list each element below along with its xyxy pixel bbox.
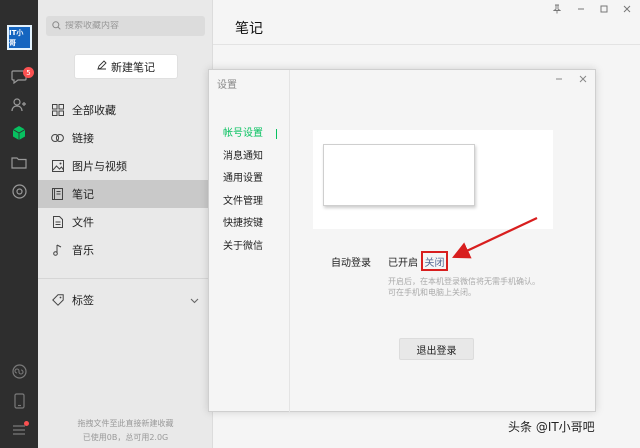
auto-login-off-link[interactable]: 关闭 [421, 251, 448, 271]
avatar[interactable]: IT小哥 [7, 25, 32, 50]
title-divider [213, 44, 640, 45]
active-menu-indicator [276, 129, 277, 139]
search-icon [52, 20, 61, 33]
watermark-text: 头条 @IT小哥吧 [508, 420, 595, 434]
search-box[interactable] [46, 16, 205, 36]
tag-icon [51, 294, 64, 307]
sidebar-item-label: 笔记 [72, 188, 94, 201]
settings-dialog: 设置 帐号设置 消息通知 通用设置 文件管理 快捷按键 关于微信 自动登录 已开… [208, 69, 596, 413]
grid-icon [51, 104, 64, 117]
dialog-minimize-icon[interactable] [555, 75, 563, 86]
dialog-close-icon[interactable] [579, 75, 587, 86]
pencil-icon [97, 60, 107, 73]
sidebar-item-label: 音乐 [72, 244, 94, 257]
sidebar-item-tags[interactable]: 标签 [38, 286, 213, 314]
chevron-down-icon[interactable] [190, 294, 199, 307]
page-title: 笔记 [235, 21, 263, 37]
sidebar-item-media[interactable]: 图片与视频 [38, 152, 213, 180]
sidebar-item-all[interactable]: 全部收藏 [38, 96, 213, 124]
auto-login-label: 自动登录 [331, 258, 371, 269]
folder-icon[interactable] [10, 153, 28, 171]
phone-icon[interactable] [10, 392, 28, 410]
favorites-cube-icon[interactable] [10, 124, 28, 142]
account-card [313, 130, 553, 229]
menu-item-general[interactable]: 通用设置 [223, 171, 279, 194]
storage-usage: 已使用0B，总可用2.0G [82, 433, 169, 442]
menu-notification-dot [24, 421, 29, 426]
music-icon [51, 244, 64, 257]
new-note-button[interactable]: 新建笔记 [74, 54, 178, 79]
logout-button[interactable]: 退出登录 [399, 338, 474, 360]
menu-item-files[interactable]: 文件管理 [223, 194, 279, 217]
sidebar-item-label: 全部收藏 [72, 104, 116, 117]
mini-program-icon[interactable] [10, 362, 28, 380]
menu-item-about[interactable]: 关于微信 [223, 239, 279, 262]
sidebar-divider [38, 278, 213, 279]
unread-badge: 5 [23, 67, 34, 78]
account-profile-image [323, 144, 475, 206]
sidebar-item-label: 图片与视频 [72, 160, 127, 173]
hint-line: 开启后，在本机登录微信将无需手机确认。 [388, 277, 540, 286]
search-input[interactable] [65, 21, 195, 31]
tags-label: 标签 [72, 294, 94, 307]
file-icon [51, 216, 64, 229]
sidebar-item-label: 文件 [72, 216, 94, 229]
moments-icon[interactable] [10, 182, 28, 200]
drop-hint: 拖拽文件至此直接新建收藏 [77, 419, 174, 428]
auto-login-hint: 开启后，在本机登录微信将无需手机确认。 可在手机和电脑上关闭。 [388, 276, 558, 298]
sidebar-item-links[interactable]: 链接 [38, 124, 213, 152]
menu-separator [289, 70, 290, 413]
menu-item-shortcuts[interactable]: 快捷按键 [223, 216, 279, 239]
sidebar-item-label: 链接 [72, 132, 94, 145]
dialog-title: 设置 [217, 80, 237, 91]
settings-menu: 帐号设置 消息通知 通用设置 文件管理 快捷按键 关于微信 [223, 126, 279, 261]
close-icon[interactable] [621, 3, 633, 15]
icon-rail: IT小哥 5 [0, 0, 38, 448]
sidebar-item-files[interactable]: 文件 [38, 208, 213, 236]
pin-icon[interactable] [551, 3, 563, 15]
sidebar-item-notes[interactable]: 笔记 [38, 180, 213, 208]
note-icon [51, 188, 64, 201]
minimize-icon[interactable] [575, 3, 587, 15]
image-icon [51, 160, 64, 173]
favorites-sidebar: 新建笔记 全部收藏 链接 图片与视频 笔记 文件 音乐 [38, 0, 213, 448]
hint-line: 可在手机和电脑上关闭。 [388, 288, 476, 297]
contacts-icon[interactable] [10, 96, 28, 114]
new-note-label: 新建笔记 [111, 60, 155, 74]
menu-item-account[interactable]: 帐号设置 [223, 126, 279, 149]
link-icon [51, 132, 64, 145]
menu-item-notifications[interactable]: 消息通知 [223, 149, 279, 172]
sidebar-item-music[interactable]: 音乐 [38, 236, 213, 264]
auto-login-status: 已开启 [388, 258, 418, 269]
maximize-icon[interactable] [598, 3, 610, 15]
